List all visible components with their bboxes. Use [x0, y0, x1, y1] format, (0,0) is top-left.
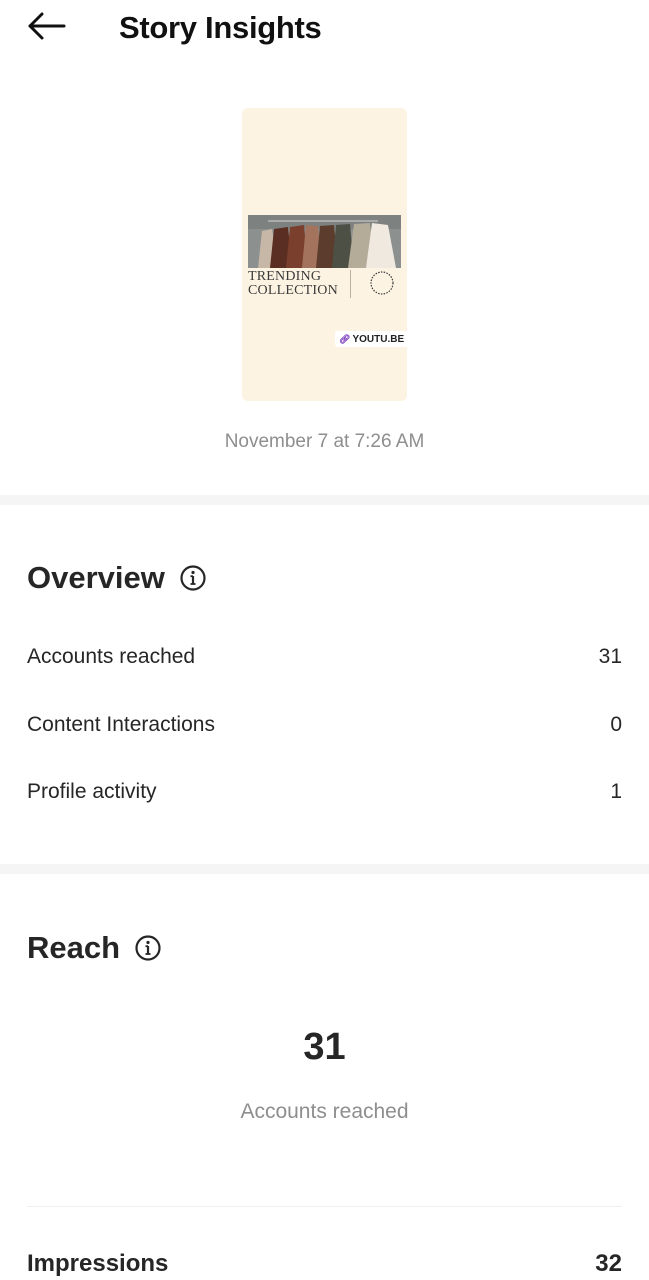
- accounts-reached-caption: Accounts reached: [240, 1100, 409, 1123]
- info-icon[interactable]: [179, 564, 207, 592]
- overview-heading: Overview: [27, 558, 207, 598]
- metric-value: 0: [610, 713, 622, 736]
- impressions-row[interactable]: Impressions 32: [27, 1245, 622, 1280]
- metric-row-content-interactions[interactable]: Content Interactions 0: [27, 707, 622, 743]
- info-icon[interactable]: [134, 934, 162, 962]
- link-icon: 🔗︎: [339, 333, 351, 344]
- metric-value: 1: [610, 780, 622, 803]
- metric-label: Content Interactions: [27, 713, 215, 736]
- story-divider: [350, 270, 351, 298]
- arrow-left-icon: [26, 11, 66, 46]
- accounts-reached-count: 31: [303, 1026, 346, 1068]
- header: Story Insights: [0, 0, 649, 56]
- page-title: Story Insights: [119, 10, 322, 45]
- metric-label: Accounts reached: [27, 645, 196, 668]
- section-separator: [0, 495, 649, 505]
- story-image-text: TRENDING COLLECTION: [248, 269, 338, 298]
- reach-heading: Reach: [27, 928, 162, 968]
- metric-value: 31: [598, 645, 622, 668]
- circle-seal-icon: [369, 270, 395, 296]
- impressions-label: Impressions: [27, 1250, 169, 1277]
- metric-label: Profile activity: [27, 780, 157, 803]
- back-button[interactable]: [20, 8, 72, 48]
- story-thumbnail[interactable]: TRENDING COLLECTION 🔗︎ YOUTU.BE: [242, 108, 407, 401]
- link-sticker[interactable]: 🔗︎ YOUTU.BE: [335, 331, 407, 347]
- section-separator: [0, 864, 649, 874]
- metric-row-profile-activity[interactable]: Profile activity 1: [27, 774, 622, 810]
- story-insights-screen: Story Insights TRENDING COLLECTION 🔗︎ YO…: [0, 0, 649, 1280]
- impressions-value: 32: [595, 1250, 622, 1277]
- story-date: November 7 at 7:26 AM: [224, 431, 425, 452]
- story-clothing-image: [248, 215, 401, 268]
- metric-row-accounts-reached[interactable]: Accounts reached 31: [27, 639, 622, 675]
- divider: [27, 1206, 622, 1207]
